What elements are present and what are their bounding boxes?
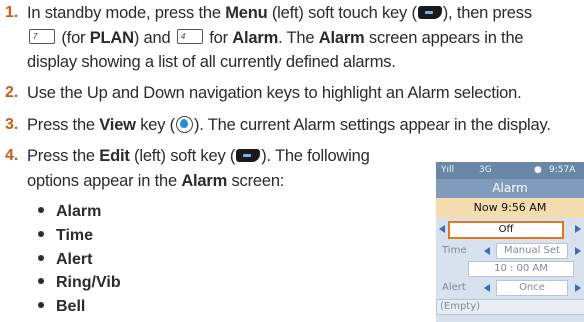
time-label: Time (442, 245, 467, 256)
ok-key-icon (175, 116, 193, 133)
left-arrow-icon[interactable] (439, 225, 445, 233)
status-clock: 9:57A (549, 165, 576, 175)
time-value-field[interactable]: 10 : 00 AM (468, 261, 574, 277)
bullet-item: Alert (38, 250, 92, 270)
phone-screen: Yıll 3G ● 9:57A Alarm Now 9:56 AM Off Ti… (436, 162, 584, 322)
bullet-item: Ring/Vib (38, 273, 121, 293)
status-bar: Yıll 3G ● 9:57A (436, 162, 584, 180)
manual-page: 1. In standby mode, press the Menu (left… (0, 0, 584, 322)
step-1-line-2: 7 (for PLAN) and 4 for Alarm. The Alarm … (27, 28, 524, 48)
right-arrow-icon[interactable] (575, 247, 581, 255)
key-4-icon: 4 (176, 29, 203, 44)
step-4-number: 4. (5, 147, 19, 164)
left-arrow-icon[interactable] (484, 284, 490, 292)
screen-title: Alarm (436, 179, 584, 198)
signal-icon: Yıll (441, 165, 454, 175)
right-arrow-icon[interactable] (575, 225, 581, 233)
bullet-dot-icon (38, 231, 44, 237)
step-1-line-3: display showing a list of all currently … (27, 53, 396, 71)
network-indicator: 3G (479, 165, 492, 175)
left-soft-key-icon (236, 149, 261, 162)
key-7-icon: 7 (29, 29, 55, 44)
left-soft-key-icon (417, 6, 442, 19)
step-3-line-1: Press the View key (). The current Alarm… (27, 116, 551, 134)
step-2-line-1: Use the Up and Down navigation keys to h… (27, 84, 522, 102)
alarm-on-off-field[interactable]: Off (448, 221, 564, 239)
step-1-line-1: In standby mode, press the Menu (left) s… (27, 4, 532, 22)
bullet-dot-icon (38, 255, 44, 261)
bullet-dot-icon (38, 302, 44, 308)
step-2-number: 2. (5, 84, 19, 101)
empty-field[interactable]: (Empty) (436, 299, 584, 315)
step-1-number: 1. (5, 4, 19, 21)
alert-field[interactable]: Once (496, 280, 568, 296)
step-3-number: 3. (5, 116, 19, 133)
menu-key-label: Menu (225, 4, 268, 22)
alert-label: Alert (442, 282, 466, 293)
current-time: Now 9:56 AM (436, 198, 584, 218)
step-4-line-2: options appear in the Alarm screen: (27, 172, 285, 190)
right-arrow-icon[interactable] (575, 284, 581, 292)
time-mode-field[interactable]: Manual Set (496, 243, 568, 259)
bullet-dot-icon (38, 207, 44, 213)
alarm-status-icon: ● (534, 165, 542, 175)
step-4-line-1: Press the Edit (left) soft key (). The f… (27, 147, 370, 165)
bullet-dot-icon (38, 278, 44, 284)
left-arrow-icon[interactable] (484, 247, 490, 255)
bullet-item: Time (38, 226, 93, 246)
bullet-item: Bell (38, 297, 85, 317)
bullet-item: Alarm (38, 202, 101, 222)
